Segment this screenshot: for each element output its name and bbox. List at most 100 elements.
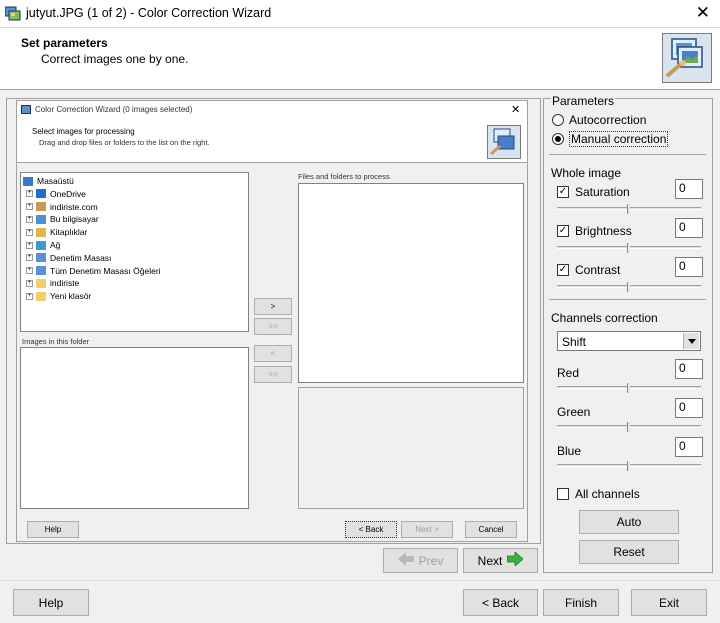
tree-expander-icon[interactable]: + — [26, 190, 33, 198]
remove-all-button[interactable]: << — [254, 366, 292, 383]
contrast-label: Contrast — [575, 263, 621, 277]
tree-expander-icon[interactable]: + — [26, 254, 33, 262]
all-channels-checkbox[interactable]: All channels — [557, 487, 640, 501]
computer-icon — [36, 214, 46, 224]
manual-correction-radio-circle[interactable] — [552, 133, 564, 145]
page-subtitle: Correct images one by one. — [41, 52, 189, 66]
brightness-checkbox[interactable]: ✓ Brightness — [557, 224, 632, 238]
tree-item[interactable]: + Kitaplıklar — [26, 226, 87, 238]
preview-window-title: Color Correction Wizard (0 images select… — [35, 105, 193, 114]
saturation-checkbox[interactable]: ✓ Saturation — [557, 185, 630, 199]
manual-correction-label: Manual correction — [569, 131, 669, 147]
tree-item[interactable]: + Denetim Masası — [26, 252, 111, 264]
tree-item[interactable]: + Bu bilgisayar — [26, 213, 99, 225]
tree-expander-icon[interactable]: + — [26, 241, 33, 249]
red-value[interactable]: 0 — [675, 359, 703, 379]
finish-button[interactable]: Finish — [543, 589, 619, 616]
chevron-down-icon[interactable] — [683, 333, 699, 349]
tree-item-label: indiriste.com — [50, 201, 98, 212]
preview-logo-icon — [487, 125, 521, 159]
red-label: Red — [557, 366, 580, 380]
wizard-header: Set parameters Correct images one by one… — [0, 28, 720, 90]
tree-expander-icon[interactable]: + — [26, 292, 33, 300]
preview-back-button[interactable]: < Back — [345, 521, 397, 538]
preview-next-button[interactable]: Next > — [401, 521, 453, 538]
files-to-process-list[interactable] — [298, 183, 524, 383]
folder-tree[interactable]: Masaüstü + OneDrive + indiriste.com + Bu bilgi… — [20, 172, 249, 332]
preview-thumbnail-area — [298, 387, 524, 509]
tree-item[interactable]: + indiriste.com — [26, 201, 98, 213]
red-slider-thumb[interactable] — [627, 383, 630, 393]
page-title: Set parameters — [21, 36, 108, 50]
add-all-button[interactable]: >> — [254, 318, 292, 335]
preview-close-icon: ✕ — [511, 104, 521, 116]
files-to-process-label: Files and folders to process — [298, 172, 390, 181]
saturation-check[interactable]: ✓ — [557, 186, 569, 198]
tree-item-label: Bu bilgisayar — [50, 214, 99, 225]
brightness-slider-thumb[interactable] — [627, 243, 630, 253]
green-slider[interactable] — [557, 422, 701, 438]
help-button[interactable]: Help — [13, 589, 89, 616]
contrast-value[interactable]: 0 — [675, 257, 703, 277]
red-slider[interactable] — [557, 383, 701, 399]
preview-help-button[interactable]: Help — [27, 521, 79, 538]
tree-item[interactable]: + Ağ — [26, 239, 60, 251]
manual-correction-radio[interactable]: Manual correction — [552, 131, 669, 147]
prev-button[interactable]: Prev — [383, 548, 458, 573]
next-label: Next — [477, 553, 503, 568]
blue-slider[interactable] — [557, 461, 701, 477]
autocorrection-radio[interactable]: Autocorrection — [552, 113, 646, 127]
auto-button[interactable]: Auto — [579, 510, 679, 534]
contrast-slider[interactable] — [557, 282, 701, 298]
green-value[interactable]: 0 — [675, 398, 703, 418]
tree-item-label: indiriste — [50, 278, 80, 289]
tree-expander-icon[interactable]: + — [26, 215, 33, 223]
tree-item[interactable]: + Yeni klasör — [26, 290, 91, 302]
preview-subheading: Drag and drop files or folders to the li… — [39, 138, 210, 147]
wizard-logo-icon — [662, 33, 712, 83]
autocorrection-radio-circle[interactable] — [552, 114, 564, 126]
next-button[interactable]: Next — [463, 548, 538, 573]
saturation-slider-thumb[interactable] — [627, 204, 630, 214]
tree-expander-icon[interactable]: + — [26, 203, 33, 211]
title-bar: jutyut.JPG (1 of 2) - Color Correction W… — [0, 0, 720, 28]
channel-mode-select[interactable]: Shift — [557, 331, 701, 351]
exit-button[interactable]: Exit — [631, 589, 707, 616]
green-slider-thumb[interactable] — [627, 422, 630, 432]
cloud-icon — [36, 189, 46, 199]
all-channels-label: All channels — [575, 487, 640, 501]
contrast-slider-thumb[interactable] — [627, 282, 630, 292]
preview-cancel-button[interactable]: Cancel — [465, 521, 517, 538]
saturation-value[interactable]: 0 — [675, 179, 703, 199]
parameters-group-label: Parameters — [551, 94, 616, 108]
channel-mode-value: Shift — [562, 335, 587, 349]
tree-expander-icon[interactable]: + — [26, 279, 33, 287]
tree-item[interactable]: + Tüm Denetim Masası Öğeleri — [26, 265, 161, 277]
back-button[interactable]: < Back — [463, 589, 538, 616]
divider — [549, 154, 706, 155]
blue-value[interactable]: 0 — [675, 437, 703, 457]
divider — [549, 299, 706, 300]
brightness-check[interactable]: ✓ — [557, 225, 569, 237]
tree-item-label: Denetim Masası — [50, 252, 112, 263]
blue-slider-thumb[interactable] — [627, 461, 630, 471]
tree-item[interactable]: + indiriste — [26, 277, 79, 289]
images-list[interactable] — [20, 347, 249, 509]
tree-expander-icon[interactable]: + — [26, 228, 33, 236]
brightness-label: Brightness — [575, 224, 632, 238]
all-channels-check[interactable] — [557, 488, 569, 500]
user-icon — [36, 202, 46, 212]
brightness-value[interactable]: 0 — [675, 218, 703, 238]
add-button[interactable]: > — [254, 298, 292, 315]
remove-button[interactable]: < — [254, 345, 292, 362]
contrast-checkbox[interactable]: ✓ Contrast — [557, 263, 620, 277]
close-icon[interactable]: ✕ — [696, 3, 710, 23]
contrast-check[interactable]: ✓ — [557, 264, 569, 276]
library-icon — [36, 227, 46, 237]
tree-item[interactable]: + OneDrive — [26, 188, 86, 200]
reset-button[interactable]: Reset — [579, 540, 679, 564]
tree-item[interactable]: Masaüstü — [23, 175, 74, 187]
prev-label: Prev — [418, 553, 444, 568]
preview-window: Color Correction Wizard (0 images select… — [16, 100, 528, 542]
tree-expander-icon[interactable]: + — [26, 267, 33, 275]
